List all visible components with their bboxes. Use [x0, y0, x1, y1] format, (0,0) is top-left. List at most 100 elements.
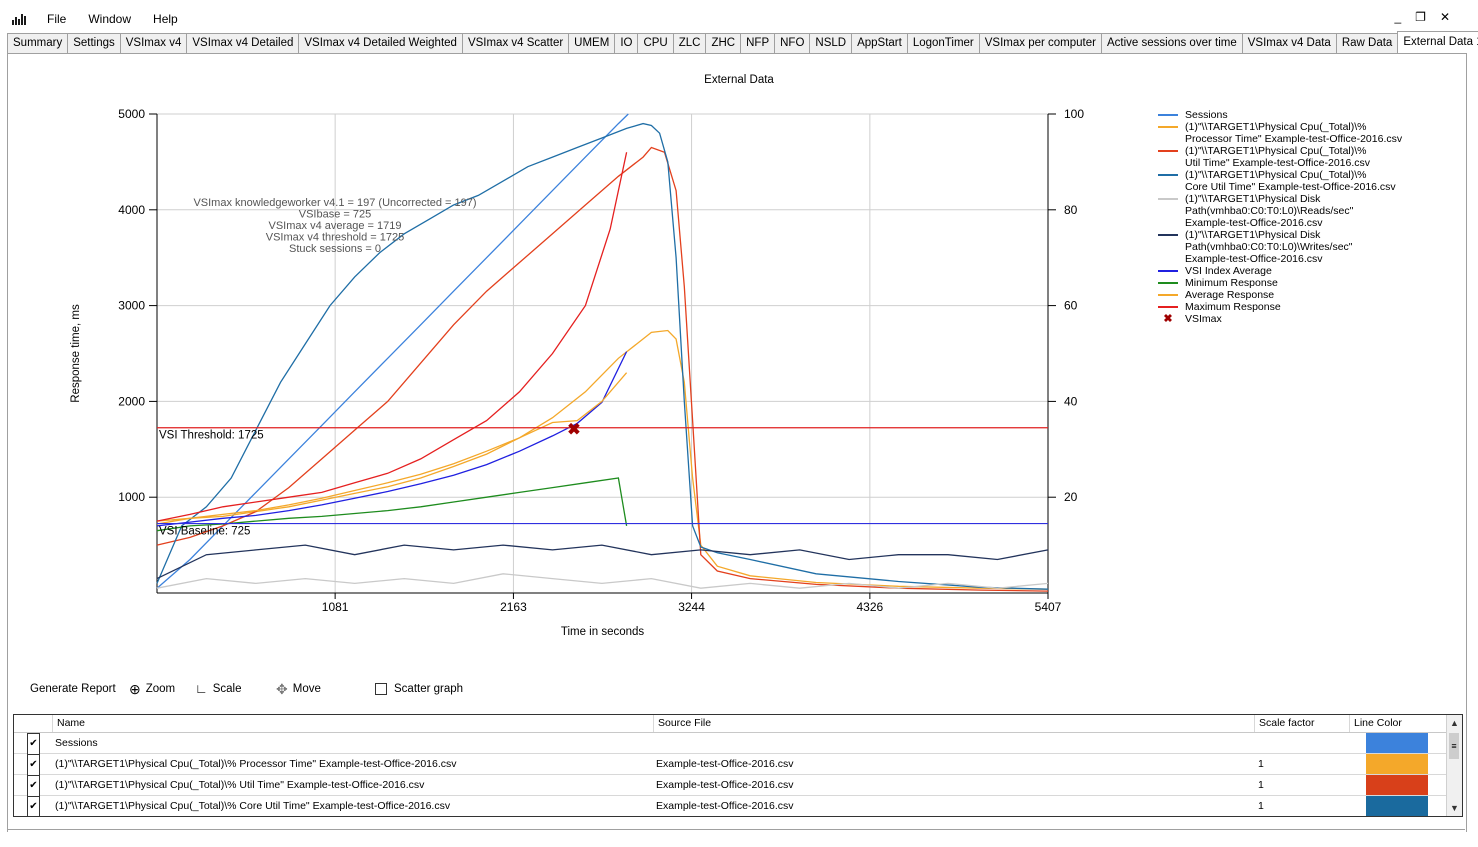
- row-line-color[interactable]: [1366, 754, 1428, 774]
- grid-header-color[interactable]: Line Color: [1349, 715, 1446, 732]
- tab-vsimax-v4-scatter[interactable]: VSImax v4 Scatter: [461, 33, 570, 53]
- legend-item: Maximum Response: [1158, 301, 1468, 313]
- grid-header-scale[interactable]: Scale factor: [1254, 715, 1349, 732]
- scale-button[interactable]: ∟ Scale: [195, 678, 242, 700]
- legend-swatch: [1158, 198, 1178, 200]
- row-scale-factor[interactable]: 1: [1258, 796, 1264, 816]
- row-source-file: Example-test-Office-2016.csv: [656, 779, 794, 791]
- tab-external-data-1[interactable]: External Data 1: [1397, 31, 1478, 53]
- tab-vsimax-v4-detailed-weighted[interactable]: VSImax v4 Detailed Weighted: [298, 33, 463, 53]
- tab-strip: Summary Settings VSImax v4 VSImax v4 Detail…: [7, 31, 1478, 53]
- row-checkbox[interactable]: ✔: [27, 796, 40, 816]
- table-row[interactable]: ✔ (1)"\\TARGET1\Physical Cpu(_Total)\% Pr…: [14, 754, 1446, 776]
- tab-umem[interactable]: UMEM: [568, 33, 616, 53]
- row-checkbox[interactable]: ✔: [27, 733, 40, 755]
- legend-swatch: [1158, 282, 1178, 284]
- legend-swatch: [1158, 294, 1178, 296]
- legend-item: (1)"\\TARGET1\Physical Disk Path(vmhba0:…: [1158, 229, 1468, 265]
- legend-item: VSI Index Average: [1158, 265, 1468, 277]
- tab-io[interactable]: IO: [614, 33, 639, 53]
- tab-summary[interactable]: Summary: [7, 33, 69, 53]
- grid-header-check: [14, 715, 55, 732]
- legend-swatch: [1158, 270, 1178, 272]
- tab-nfp[interactable]: NFP: [740, 33, 776, 53]
- vsimax-marker-icon: ✖: [1163, 313, 1173, 325]
- grid-scrollbar[interactable]: ▲ ≡ ▼: [1446, 715, 1462, 816]
- legend-swatch: [1158, 306, 1178, 308]
- legend-label: (1)"\\TARGET1\Physical Cpu(_Total)\% Pro…: [1185, 121, 1403, 145]
- row-line-color[interactable]: [1366, 775, 1428, 795]
- legend-item: ✖ VSImax: [1158, 313, 1468, 325]
- table-row[interactable]: ✔ (1)"\\TARGET1\Physical Cpu(_Total)\% Co…: [14, 796, 1446, 816]
- scroll-down-icon[interactable]: ▼: [1447, 800, 1462, 816]
- scale-label: Scale: [212, 683, 242, 695]
- tab-zlc[interactable]: ZLC: [672, 33, 707, 53]
- row-source-file: Example-test-Office-2016.csv: [656, 758, 794, 770]
- tab-vsimax-v4-data[interactable]: VSImax v4 Data: [1241, 33, 1337, 53]
- row-name: (1)"\\TARGET1\Physical Cpu(_Total)\% Cor…: [55, 800, 451, 812]
- menu-file[interactable]: File: [36, 9, 77, 29]
- minimize-icon[interactable]: _: [1394, 10, 1401, 24]
- tab-settings[interactable]: Settings: [67, 33, 121, 53]
- series-grid: Name Source File Scale factor Line Color…: [13, 714, 1463, 817]
- legend-label: VSI Index Average: [1185, 265, 1272, 277]
- legend-swatch: [1158, 126, 1178, 128]
- move-button[interactable]: ✥ Move: [276, 678, 321, 700]
- row-checkbox[interactable]: ✔: [27, 775, 40, 797]
- legend-label: (1)"\\TARGET1\Physical Disk Path(vmhba0:…: [1185, 193, 1354, 229]
- tab-cpu[interactable]: CPU: [637, 33, 674, 53]
- table-row[interactable]: ✔ Sessions: [14, 733, 1446, 755]
- tab-logontimer[interactable]: LogonTimer: [906, 33, 980, 53]
- legend-label: (1)"\\TARGET1\Physical Cpu(_Total)\% Uti…: [1185, 145, 1371, 169]
- legend-item: (1)"\\TARGET1\Physical Cpu(_Total)\% Uti…: [1158, 145, 1468, 169]
- row-name: Sessions: [55, 737, 98, 749]
- row-scale-factor[interactable]: 1: [1258, 775, 1264, 795]
- menu-window[interactable]: Window: [77, 9, 142, 29]
- legend-item: Sessions: [1158, 109, 1468, 121]
- tab-vsimax-v4[interactable]: VSImax v4: [119, 33, 188, 53]
- tab-nfo[interactable]: NFO: [774, 33, 811, 53]
- grid-header: Name Source File Scale factor Line Color: [14, 715, 1446, 733]
- scatter-graph-checkbox[interactable]: Scatter graph: [375, 678, 463, 700]
- legend-label: Average Response: [1185, 289, 1275, 301]
- close-icon[interactable]: ✕: [1440, 10, 1450, 24]
- generate-report-label: Generate Report: [30, 683, 116, 695]
- menu-help[interactable]: Help: [142, 9, 189, 29]
- tab-vsimax-v4-detailed[interactable]: VSImax v4 Detailed: [186, 33, 300, 53]
- row-name: (1)"\\TARGET1\Physical Cpu(_Total)\% Uti…: [55, 779, 425, 791]
- tab-appstart[interactable]: AppStart: [851, 33, 908, 53]
- app-logo-icon: [12, 13, 26, 25]
- tab-nsld[interactable]: NSLD: [809, 33, 853, 53]
- chart-toolbar: Generate Report ⊕ Zoom ∟ Scale ✥ Move Scatt…: [0, 678, 600, 700]
- grid-header-name[interactable]: Name: [52, 715, 653, 732]
- legend-item: (1)"\\TARGET1\Physical Disk Path(vmhba0:…: [1158, 193, 1468, 229]
- legend-item: (1)"\\TARGET1\Physical Cpu(_Total)\% Cor…: [1158, 169, 1468, 193]
- scroll-thumb[interactable]: ≡: [1449, 733, 1459, 759]
- generate-report-button[interactable]: Generate Report: [30, 678, 116, 700]
- row-scale-factor[interactable]: 1: [1258, 754, 1264, 774]
- tab-vsimax-per-computer[interactable]: VSImax per computer: [978, 33, 1102, 53]
- legend-swatch: [1158, 150, 1178, 152]
- window-controls: _ ❐ ✕: [1394, 10, 1450, 24]
- legend-label: (1)"\\TARGET1\Physical Cpu(_Total)\% Cor…: [1185, 169, 1396, 193]
- row-line-color[interactable]: [1366, 796, 1428, 816]
- restore-icon[interactable]: ❐: [1415, 10, 1426, 24]
- tab-raw-data[interactable]: Raw Data: [1335, 33, 1399, 53]
- legend-item: (1)"\\TARGET1\Physical Cpu(_Total)\% Pro…: [1158, 121, 1468, 145]
- row-name: (1)"\\TARGET1\Physical Cpu(_Total)\% Pro…: [55, 758, 457, 770]
- row-checkbox[interactable]: ✔: [27, 754, 40, 776]
- scroll-up-icon[interactable]: ▲: [1447, 715, 1462, 731]
- move-icon: ✥: [276, 681, 288, 697]
- row-line-color[interactable]: [1366, 733, 1428, 753]
- grid-header-source[interactable]: Source File: [653, 715, 1254, 732]
- legend-item: Minimum Response: [1158, 277, 1468, 289]
- zoom-button[interactable]: ⊕ Zoom: [129, 678, 175, 700]
- row-source-file: Example-test-Office-2016.csv: [656, 800, 794, 812]
- checkbox-icon: [375, 683, 387, 695]
- table-row[interactable]: ✔ (1)"\\TARGET1\Physical Cpu(_Total)\% Ut…: [14, 775, 1446, 797]
- tab-active-sessions-over-time[interactable]: Active sessions over time: [1100, 33, 1243, 53]
- legend-label: Sessions: [1185, 109, 1228, 121]
- status-bar: [7, 829, 1465, 830]
- tab-zhc[interactable]: ZHC: [705, 33, 742, 53]
- scale-icon: ∟: [195, 681, 208, 696]
